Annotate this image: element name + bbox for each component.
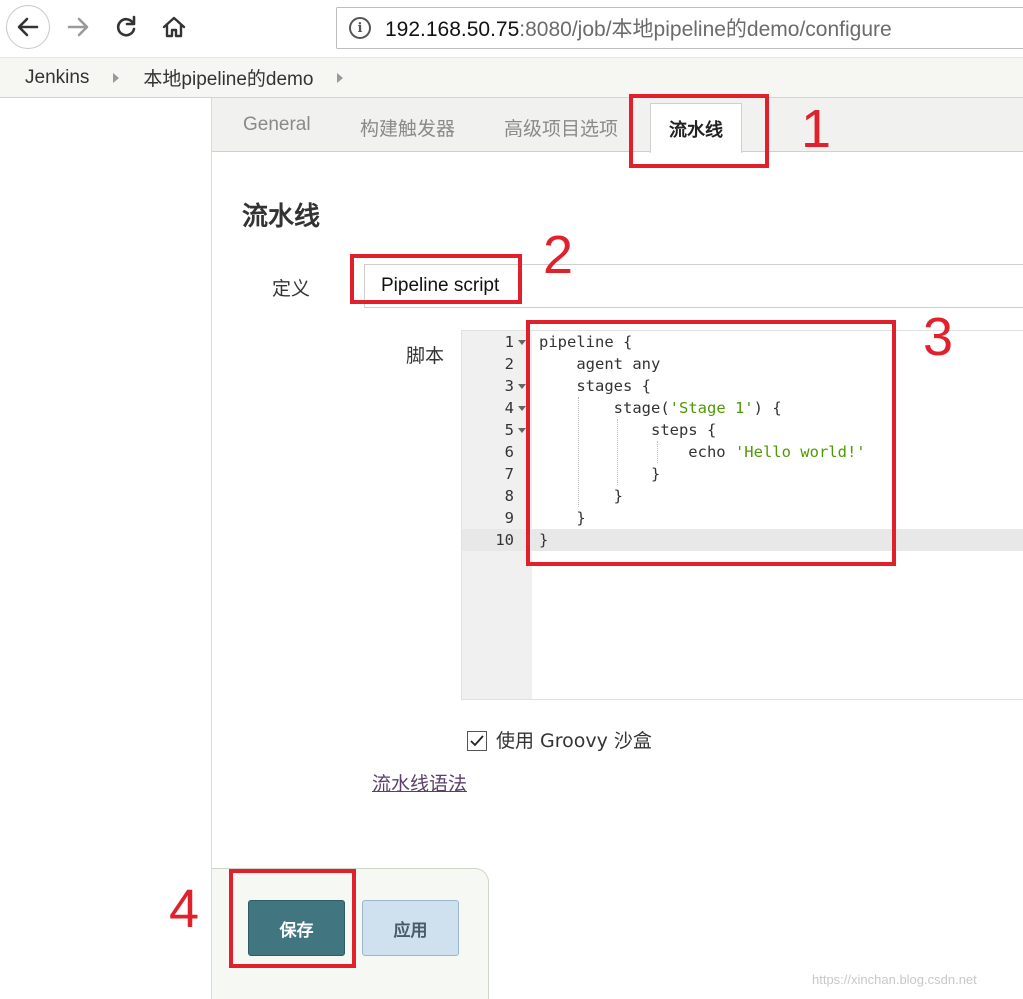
reload-icon	[116, 15, 136, 37]
fold-arrow-icon[interactable]	[518, 340, 526, 345]
arrow-right-icon	[67, 17, 89, 37]
tab-general[interactable]: General	[243, 114, 311, 136]
annotation-number: 2	[543, 225, 574, 285]
definition-label: 定义	[272, 278, 311, 300]
breadcrumb-caret-icon[interactable]	[113, 72, 120, 83]
groovy-sandbox-checkbox[interactable]	[467, 731, 487, 751]
watermark: https://xinchan.blog.csdn.net	[812, 972, 977, 987]
sidebar	[0, 98, 212, 999]
annotation-number: 1	[801, 99, 832, 159]
home-icon	[162, 16, 186, 38]
line-number: 6	[504, 443, 514, 461]
breadcrumb-caret-icon[interactable]	[337, 72, 344, 83]
section-title: 流水线	[242, 202, 321, 232]
line-number: 7	[504, 465, 514, 483]
url-text: 192.168.50.75:8080/job/本地pipeline的demo/c…	[385, 13, 892, 43]
annotation-number: 4	[169, 879, 200, 939]
apply-button[interactable]: 应用	[362, 900, 459, 956]
fold-arrow-icon[interactable]	[518, 406, 526, 411]
back-button[interactable]	[6, 5, 50, 49]
annotation-box-script	[526, 320, 896, 566]
annotation-box-definition	[350, 254, 522, 304]
line-number: 10	[495, 531, 514, 549]
script-label: 脚本	[406, 345, 445, 367]
arrow-left-icon	[17, 17, 39, 37]
url-path: :8080/job/本地pipeline的demo/configure	[519, 18, 892, 41]
annotation-number: 3	[923, 307, 954, 367]
browser-toolbar: i 192.168.50.75:8080/job/本地pipeline的demo…	[0, 0, 1023, 58]
fold-arrow-icon[interactable]	[518, 384, 526, 389]
info-icon[interactable]: i	[349, 17, 371, 39]
line-number: 1	[504, 333, 514, 351]
groovy-sandbox-label[interactable]: 使用 Groovy 沙盒	[496, 726, 652, 753]
tab-advanced-options[interactable]: 高级项目选项	[504, 114, 618, 141]
home-button[interactable]	[152, 5, 196, 49]
annotation-box-save	[229, 869, 356, 968]
line-number: 5	[504, 421, 514, 439]
annotation-box-tab	[629, 94, 769, 168]
url-host: 192.168.50.75	[385, 18, 520, 41]
breadcrumb-job[interactable]: 本地pipeline的demo	[143, 64, 313, 91]
fold-arrow-icon[interactable]	[518, 428, 526, 433]
checkmark-icon	[470, 735, 484, 747]
reload-button[interactable]	[104, 5, 148, 49]
pipeline-syntax-link[interactable]: 流水线语法	[372, 769, 467, 796]
tab-build-triggers[interactable]: 构建触发器	[360, 114, 455, 141]
forward-button[interactable]	[56, 5, 100, 49]
line-number: 2	[504, 355, 514, 373]
tab-bar: General 构建触发器 高级项目选项 流水线	[212, 98, 1023, 153]
line-number: 9	[504, 509, 514, 527]
line-number: 4	[504, 399, 514, 417]
breadcrumb-jenkins[interactable]: Jenkins	[25, 67, 89, 89]
address-bar[interactable]: i 192.168.50.75:8080/job/本地pipeline的demo…	[336, 7, 1023, 49]
line-number: 8	[504, 487, 514, 505]
line-number: 3	[504, 377, 514, 395]
breadcrumb: Jenkins 本地pipeline的demo	[0, 58, 1023, 98]
